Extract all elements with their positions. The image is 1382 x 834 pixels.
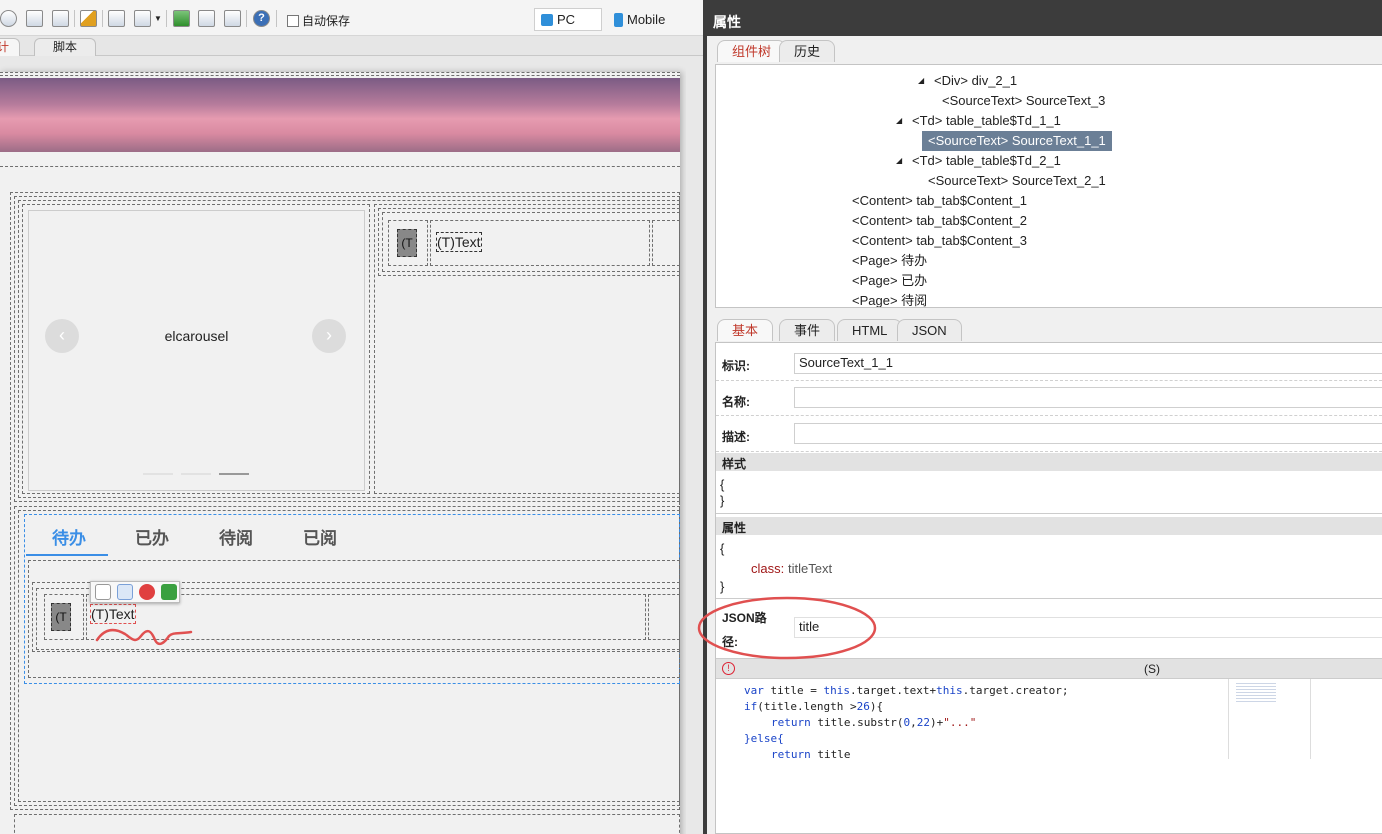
print-icon[interactable] xyxy=(26,10,43,27)
monitor-icon xyxy=(541,13,553,26)
checkbox-icon[interactable] xyxy=(287,14,299,27)
tab-html[interactable]: HTML xyxy=(837,319,903,341)
preview-eye-icon[interactable] xyxy=(0,10,17,27)
script-bar-label: (S) xyxy=(1144,662,1160,676)
desc-row: 描述: xyxy=(716,416,1382,452)
component-mini-toolbar xyxy=(90,581,180,603)
id-label: 标识: xyxy=(722,359,750,373)
component-tree: ◢ <Div> div_2_1 <SourceText> SourceText_3… xyxy=(715,64,1382,308)
tab-history[interactable]: 历史 xyxy=(779,40,836,62)
style-header: 样式 xyxy=(716,453,1382,471)
tree-node[interactable]: <Page> 待阅 xyxy=(852,291,927,307)
name-row: 名称: xyxy=(716,381,1382,416)
attr-key: class: xyxy=(751,561,785,576)
vue-tab-done[interactable]: 已办 xyxy=(135,524,169,549)
designer-toolbar: ▼ ? 自动保存 PC Mobile xyxy=(0,0,703,36)
code-minimap[interactable] xyxy=(1236,683,1276,703)
properties-panel: 属性 组件树 历史 ◢ <Div> div_2_1 <SourceText> So… xyxy=(697,0,1382,834)
device-pc-label: PC xyxy=(557,12,576,27)
carousel-indicator[interactable] xyxy=(181,473,211,475)
text-component[interactable]: (T xyxy=(397,229,417,257)
tab-design[interactable]: 计 xyxy=(0,38,21,56)
export-dropdown-icon[interactable]: ▼ xyxy=(154,14,162,23)
collapse-icon[interactable]: ◢ xyxy=(896,151,902,171)
delete-icon[interactable] xyxy=(139,584,155,600)
collapse-icon[interactable]: ◢ xyxy=(896,111,902,131)
vue-tab-active-underline xyxy=(26,554,108,556)
tree-node[interactable]: <SourceText> SourceText_3 xyxy=(942,91,1105,111)
tree-node[interactable]: ◢ <Td> table_table$Td_2_1 xyxy=(896,151,1061,171)
vue-tab-bar: 待办 已办 待阅 已阅 xyxy=(24,518,680,558)
tree-node[interactable]: ◢ <Div> div_2_1 xyxy=(918,71,1017,91)
device-mobile-label: Mobile xyxy=(627,12,666,27)
phone-icon xyxy=(614,12,623,27)
grid-icon[interactable] xyxy=(198,10,215,27)
property-form: 标识: SourceText_1_1 名称: 描述: 样式 { } 属性 { c… xyxy=(715,342,1382,834)
autosave-label: 自动保存 xyxy=(302,14,351,28)
attr-value: titleText xyxy=(788,561,833,576)
annotation-circle xyxy=(697,596,877,660)
panel-top-tabs: 组件树 历史 xyxy=(715,40,1382,62)
tree-node[interactable]: ◢ <Td> table_table$Td_1_1 xyxy=(896,111,1061,131)
tab-json[interactable]: JSON xyxy=(897,319,962,341)
tree-node[interactable]: <SourceText> SourceText_2_1 xyxy=(928,171,1106,191)
copy-icon[interactable] xyxy=(224,10,241,27)
banner-image xyxy=(0,78,680,152)
script-editor[interactable]: var title = this.target.text+this.target… xyxy=(716,679,1382,761)
design-canvas: ‹ elcarousel › (T (T)Text 待办 已办 待阅 已阅 (T… xyxy=(0,56,703,834)
text-component[interactable]: (T)Text xyxy=(436,232,482,252)
layout-icon[interactable] xyxy=(52,10,69,27)
carousel-next-button[interactable]: › xyxy=(312,319,346,353)
save-icon[interactable] xyxy=(173,10,190,27)
tab-event[interactable]: 事件 xyxy=(779,319,836,341)
move-icon[interactable] xyxy=(95,584,111,600)
export-icon[interactable] xyxy=(134,10,151,27)
tree-node[interactable]: <Page> 待办 xyxy=(852,251,927,271)
carousel-indicator-active[interactable] xyxy=(219,473,249,475)
help-icon[interactable]: ? xyxy=(253,10,270,27)
device-mobile-button[interactable]: Mobile xyxy=(608,8,671,31)
editor-tabs: 计 脚本 xyxy=(0,36,703,56)
tree-node[interactable]: <Content> tab_tab$Content_1 xyxy=(852,191,1027,211)
vue-tab-toread[interactable]: 待阅 xyxy=(219,524,253,549)
tree-node[interactable]: <Content> tab_tab$Content_3 xyxy=(852,231,1027,251)
desc-label: 描述: xyxy=(722,430,750,444)
name-input[interactable] xyxy=(794,387,1382,408)
id-row: 标识: SourceText_1_1 xyxy=(716,343,1382,381)
vue-tab-todo[interactable]: 待办 xyxy=(52,524,86,549)
attrs-header: 属性 xyxy=(716,517,1382,535)
canvas-scrollbar[interactable] xyxy=(686,56,703,834)
text-component[interactable]: (T xyxy=(51,603,71,631)
tree-node[interactable]: <Content> tab_tab$Content_2 xyxy=(852,211,1027,231)
device-pc-button[interactable]: PC xyxy=(534,8,602,31)
property-tabs: 基本 事件 HTML JSON xyxy=(715,319,1382,341)
style-editor[interactable]: { } xyxy=(716,471,1382,514)
desc-input[interactable] xyxy=(794,423,1382,444)
carousel[interactable]: ‹ elcarousel › xyxy=(28,210,365,491)
page-preview: ‹ elcarousel › (T (T)Text 待办 已办 待阅 已阅 (T… xyxy=(0,72,680,834)
magic-wand-icon[interactable] xyxy=(80,10,97,27)
tab-component-tree[interactable]: 组件树 xyxy=(717,40,787,62)
collapse-icon[interactable]: ◢ xyxy=(918,71,924,91)
copy-icon[interactable] xyxy=(117,584,133,600)
tree-node-selected[interactable]: <SourceText> SourceText_1_1 xyxy=(922,131,1112,151)
name-label: 名称: xyxy=(722,395,750,409)
select-parent-icon[interactable] xyxy=(161,584,177,600)
vue-tab-read[interactable]: 已阅 xyxy=(303,524,337,549)
id-input[interactable]: SourceText_1_1 xyxy=(794,353,1382,374)
tab-basic[interactable]: 基本 xyxy=(717,319,774,341)
autosave-checkbox[interactable]: 自动保存 xyxy=(287,12,350,29)
import-icon[interactable] xyxy=(108,10,125,27)
tab-script[interactable]: 脚本 xyxy=(34,38,96,56)
panel-title: 属性 xyxy=(707,0,1382,36)
carousel-indicator[interactable] xyxy=(143,473,173,475)
annotation-scribble xyxy=(95,628,193,646)
attrs-editor[interactable]: { class: titleText } xyxy=(716,535,1382,599)
tree-node[interactable]: <Page> 已办 xyxy=(852,271,927,291)
